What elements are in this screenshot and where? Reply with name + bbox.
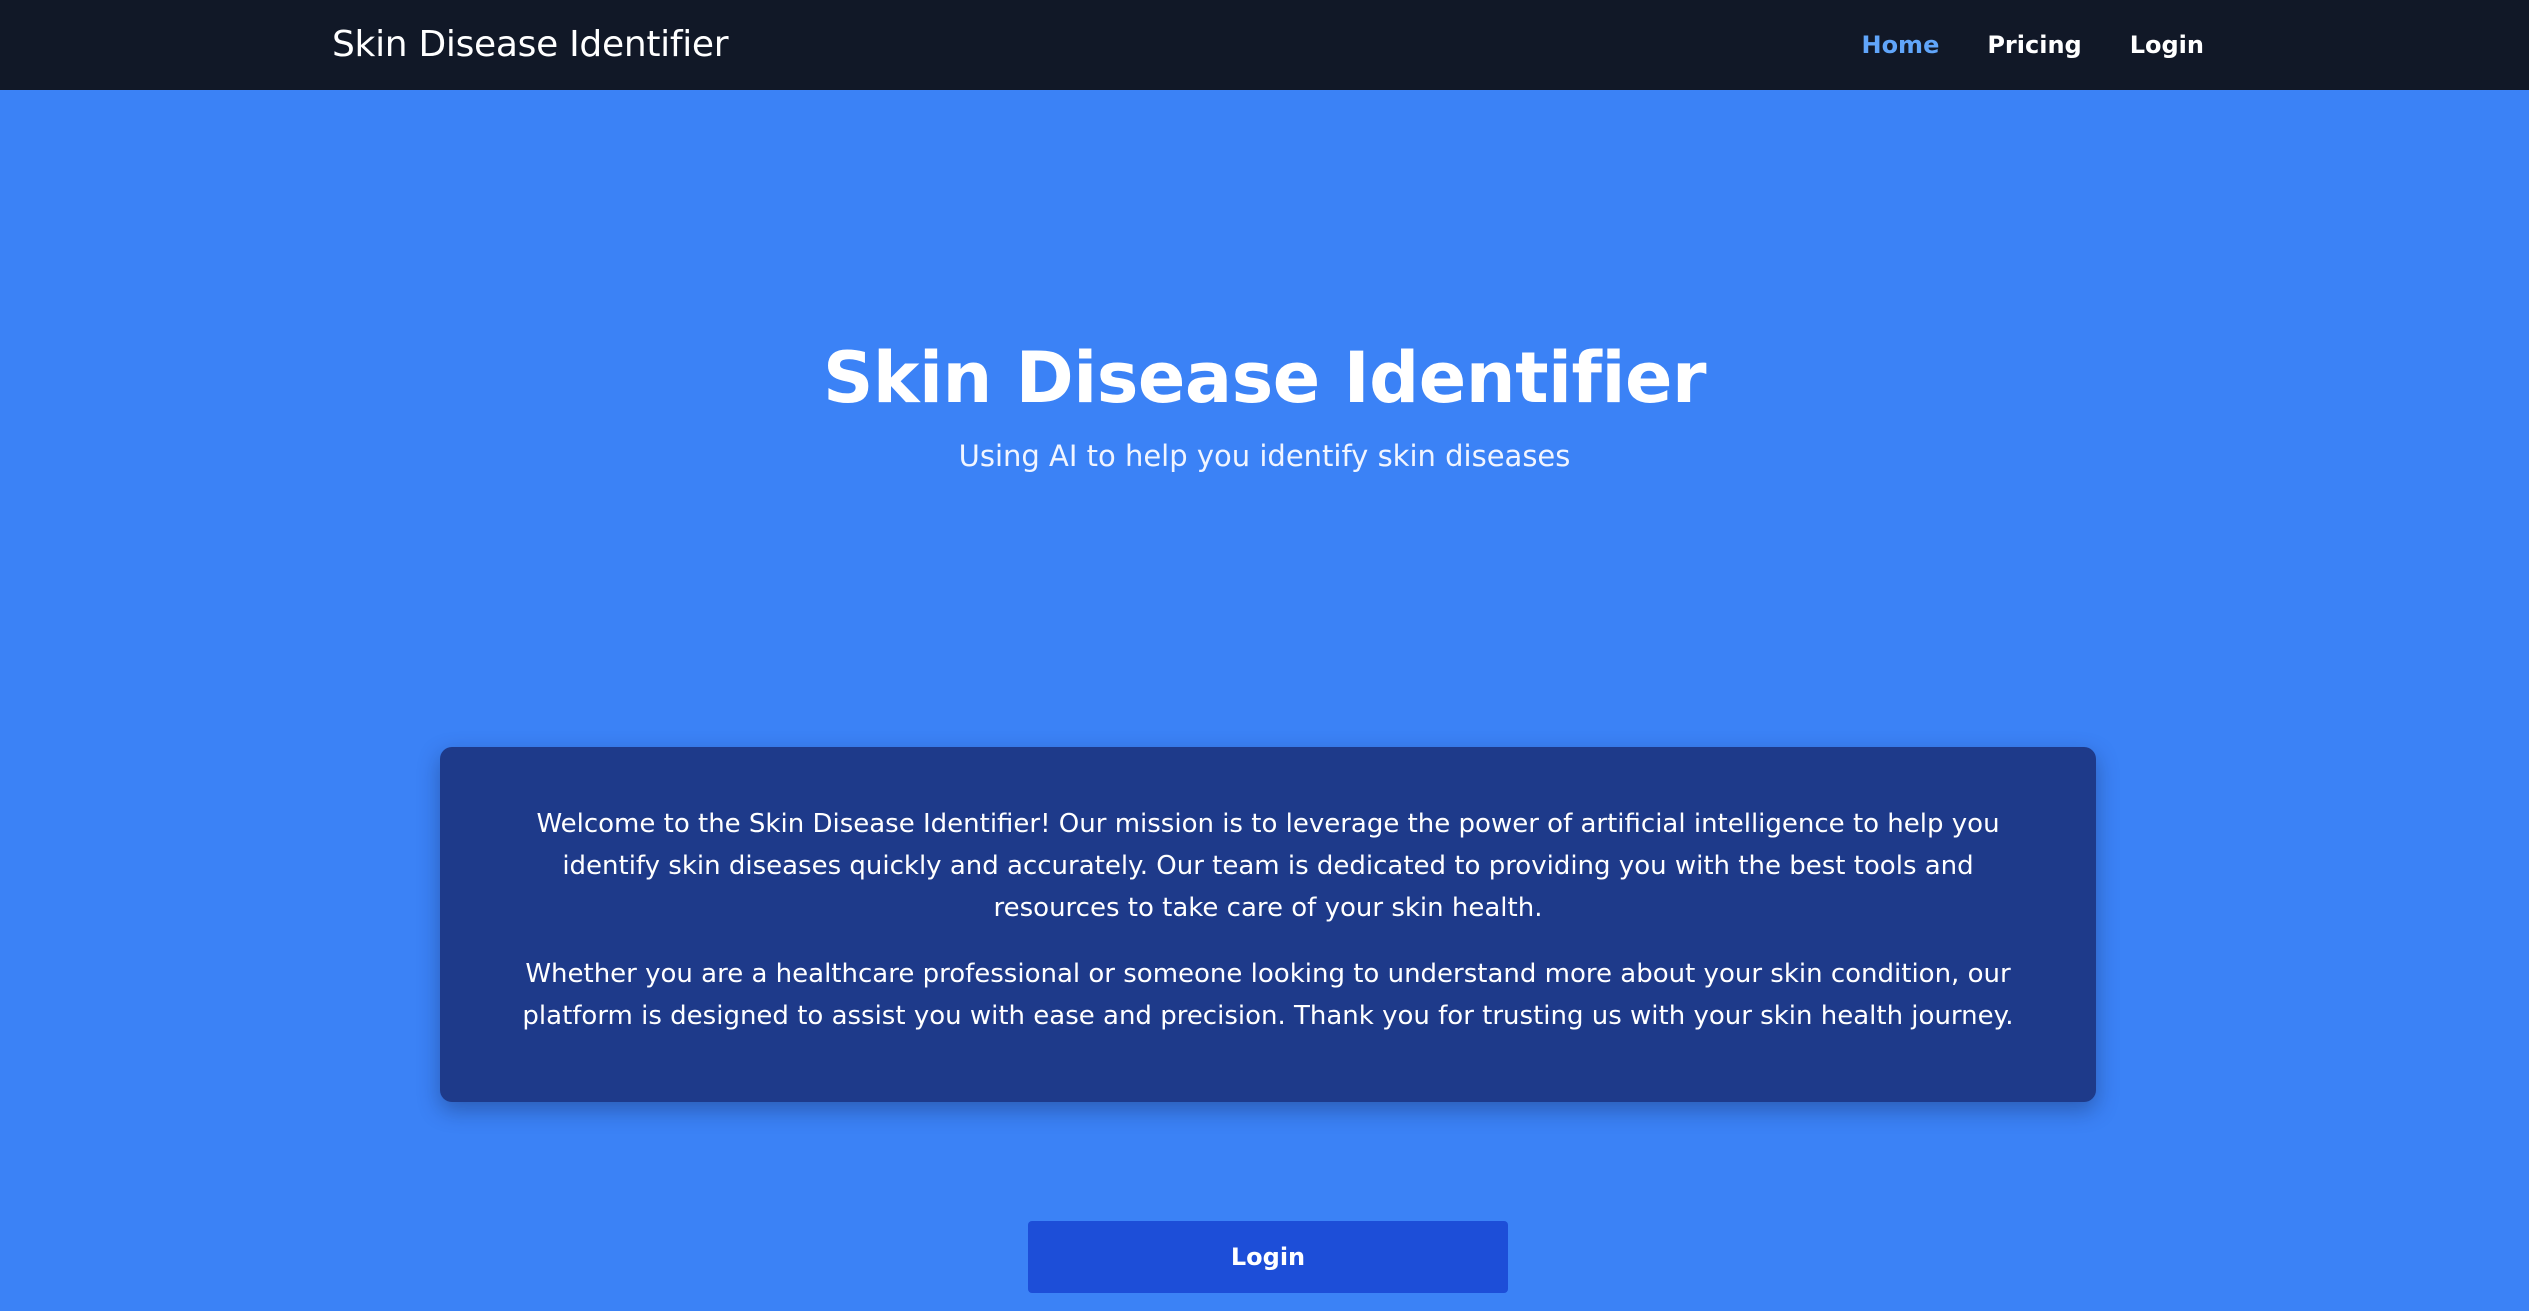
top-navbar: Skin Disease Identifier Home Pricing Log…	[0, 0, 2529, 90]
nav-link-pricing[interactable]: Pricing	[1987, 31, 2081, 59]
about-paragraph-1: Welcome to the Skin Disease Identifier! …	[536, 809, 2000, 923]
hero-title: Skin Disease Identifier	[822, 337, 1707, 419]
about-card: Welcome to the Skin Disease Identifier! …	[440, 747, 2096, 1102]
nav-link-home[interactable]: Home	[1861, 31, 1939, 59]
login-button[interactable]: Login	[1028, 1221, 1508, 1293]
about-paragraph-2: Whether you are a healthcare professiona…	[522, 959, 2014, 1031]
brand-logo-text[interactable]: Skin Disease Identifier	[332, 0, 729, 90]
nav-link-login[interactable]: Login	[2130, 31, 2204, 59]
hero-subtitle: Using AI to help you identify skin disea…	[958, 439, 1571, 473]
nav-links: Home Pricing Login	[1861, 0, 2204, 90]
